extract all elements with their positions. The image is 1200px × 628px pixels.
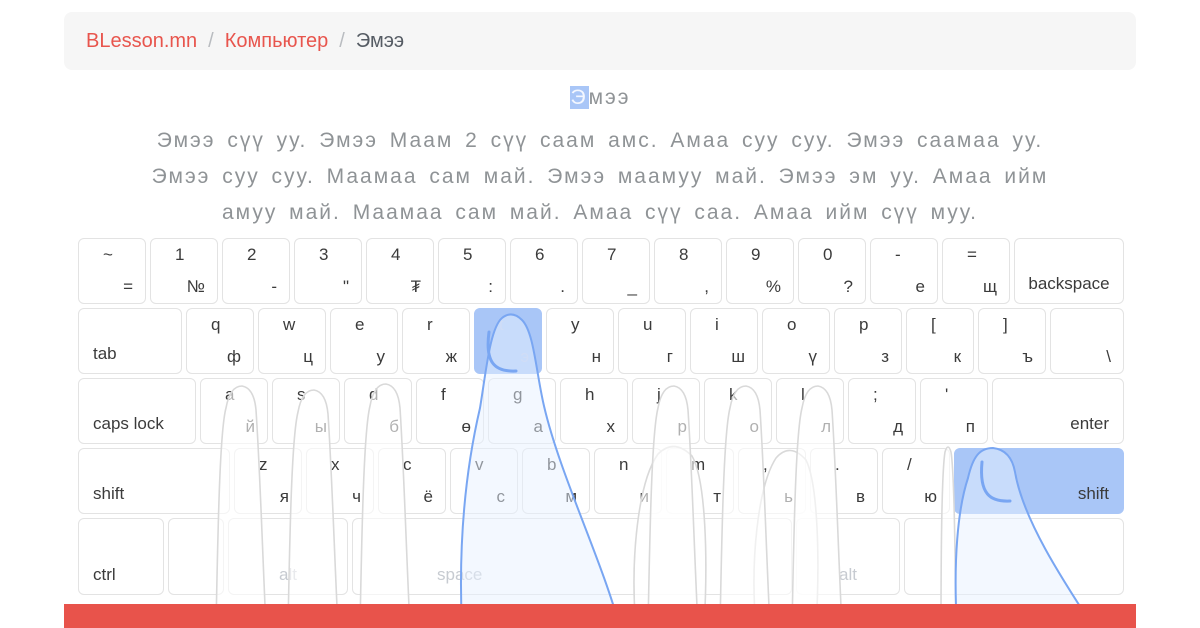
lesson-title: Эмээ xyxy=(0,86,1200,110)
lesson-line-3: амуу май. Маамаа сам май. Амаа сүү саа. … xyxy=(0,195,1200,231)
breadcrumb-brand-link[interactable]: BLesson.mn xyxy=(86,30,197,53)
key-period[interactable]: .в xyxy=(810,448,878,514)
key-enter[interactable]: enter xyxy=(992,378,1124,444)
key-slash[interactable]: /ю xyxy=(882,448,950,514)
key-9[interactable]: 9% xyxy=(726,238,794,304)
key-z[interactable]: zя xyxy=(234,448,302,514)
key-5[interactable]: 5: xyxy=(438,238,506,304)
key-m[interactable]: mт xyxy=(666,448,734,514)
key-1[interactable]: 1№ xyxy=(150,238,218,304)
key-t[interactable]: tэ xyxy=(474,308,542,374)
key-s[interactable]: sы xyxy=(272,378,340,444)
keyboard: ~=1№2-3"4₮5:6.7_8,9%0?-е=щbackspacetabqф… xyxy=(78,238,1124,599)
key-tilde[interactable]: ~= xyxy=(78,238,146,304)
key-bracket-left[interactable]: [к xyxy=(906,308,974,374)
key-0[interactable]: 0? xyxy=(798,238,866,304)
key-d[interactable]: dб xyxy=(344,378,412,444)
key-minus[interactable]: -е xyxy=(870,238,938,304)
key-win[interactable] xyxy=(168,518,224,595)
key-y[interactable]: yн xyxy=(546,308,614,374)
bottom-progress-bar xyxy=(64,604,1136,628)
key-3[interactable]: 3" xyxy=(294,238,362,304)
key-6[interactable]: 6. xyxy=(510,238,578,304)
key-bracket-right[interactable]: ]ъ xyxy=(978,308,1046,374)
key-i[interactable]: iш xyxy=(690,308,758,374)
lesson-line-1: Эмээ сүү уу. Эмээ Маам 2 сүү саам амс. А… xyxy=(0,123,1200,159)
key-o[interactable]: oү xyxy=(762,308,830,374)
key-8[interactable]: 8, xyxy=(654,238,722,304)
key-c[interactable]: cё xyxy=(378,448,446,514)
key-semicolon[interactable]: ;д xyxy=(848,378,916,444)
key-b[interactable]: bм xyxy=(522,448,590,514)
key-space[interactable]: space xyxy=(352,518,792,595)
key-shift-left[interactable]: shift xyxy=(78,448,230,514)
key-blank-right[interactable] xyxy=(904,518,1124,595)
key-quote[interactable]: 'п xyxy=(920,378,988,444)
key-q[interactable]: qф xyxy=(186,308,254,374)
next-char-highlight: Э xyxy=(570,86,589,109)
breadcrumb: BLesson.mn / Компьютер / Эмээ xyxy=(64,12,1136,70)
key-l[interactable]: lл xyxy=(776,378,844,444)
key-alt-right[interactable]: alt xyxy=(796,518,900,595)
key-p[interactable]: pз xyxy=(834,308,902,374)
key-equals[interactable]: =щ xyxy=(942,238,1010,304)
keyboard-row-3: caps lockaйsыdбfөgаhхjрkоlл;д'пenter xyxy=(78,378,1124,444)
key-n[interactable]: nи xyxy=(594,448,662,514)
key-h[interactable]: hх xyxy=(560,378,628,444)
key-f[interactable]: fө xyxy=(416,378,484,444)
keyboard-row-5: ctrlaltspacealt xyxy=(78,518,1124,595)
key-backslash[interactable]: \ xyxy=(1050,308,1124,374)
key-u[interactable]: uг xyxy=(618,308,686,374)
key-ctrl[interactable]: ctrl xyxy=(78,518,164,595)
key-w[interactable]: wц xyxy=(258,308,326,374)
lesson-title-rest: мээ xyxy=(589,86,631,109)
breadcrumb-section-link[interactable]: Компьютер xyxy=(225,30,329,53)
key-4[interactable]: 4₮ xyxy=(366,238,434,304)
lesson-line-2: Эмээ суу суу. Маамаа сам май. Эмээ мааму… xyxy=(0,159,1200,195)
keyboard-row-4: shiftzяxчcёvсbмnиmт,ь.в/юshift xyxy=(78,448,1124,514)
key-2[interactable]: 2- xyxy=(222,238,290,304)
key-caps-lock[interactable]: caps lock xyxy=(78,378,196,444)
breadcrumb-separator: / xyxy=(208,30,214,53)
key-k[interactable]: kо xyxy=(704,378,772,444)
key-e[interactable]: eу xyxy=(330,308,398,374)
key-comma[interactable]: ,ь xyxy=(738,448,806,514)
keyboard-row-2: tabqфwцeуrжtэyнuгiшoүpз[к]ъ\ xyxy=(78,308,1124,374)
breadcrumb-current: Эмээ xyxy=(356,30,404,53)
key-7[interactable]: 7_ xyxy=(582,238,650,304)
key-x[interactable]: xч xyxy=(306,448,374,514)
key-r[interactable]: rж xyxy=(402,308,470,374)
key-alt-left[interactable]: alt xyxy=(228,518,348,595)
key-tab[interactable]: tab xyxy=(78,308,182,374)
key-shift-right[interactable]: shift xyxy=(954,448,1124,514)
breadcrumb-separator: / xyxy=(339,30,345,53)
key-j[interactable]: jр xyxy=(632,378,700,444)
key-v[interactable]: vс xyxy=(450,448,518,514)
lesson-text: Эмээ Эмээ сүү уу. Эмээ Маам 2 сүү саам а… xyxy=(0,86,1200,231)
keyboard-row-1: ~=1№2-3"4₮5:6.7_8,9%0?-е=щbackspace xyxy=(78,238,1124,304)
key-backspace[interactable]: backspace xyxy=(1014,238,1124,304)
key-a[interactable]: aй xyxy=(200,378,268,444)
key-g[interactable]: gа xyxy=(488,378,556,444)
